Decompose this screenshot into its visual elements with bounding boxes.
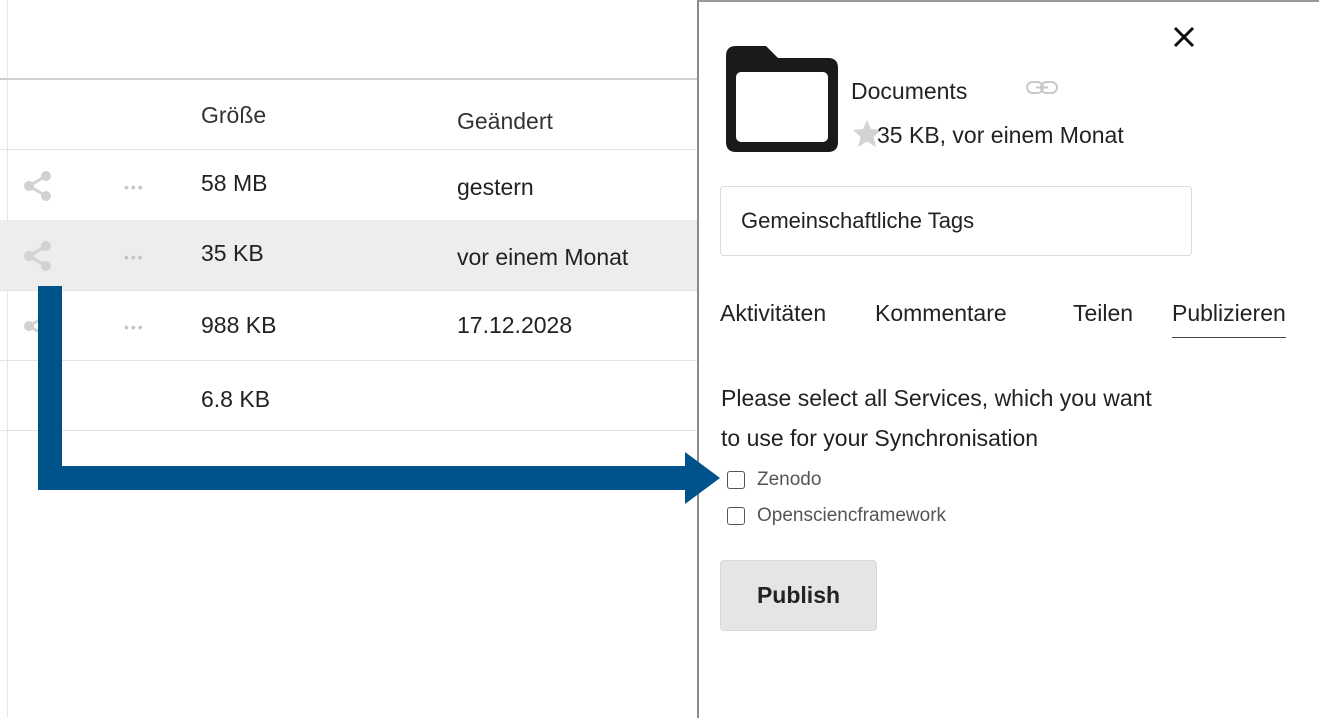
osf-label: Opensciencframework bbox=[757, 505, 947, 526]
file-size: 35 KB bbox=[201, 240, 264, 266]
service-option-zenodo[interactable]: Zenodo bbox=[727, 468, 821, 492]
table-row-selected[interactable]: ••• 35 KB vor einem Monat bbox=[0, 220, 697, 291]
folder-name[interactable]: Documents bbox=[851, 78, 967, 105]
zenodo-label: Zenodo bbox=[757, 469, 822, 490]
file-size: 58 MB bbox=[201, 170, 268, 196]
file-size: 6.8 KB bbox=[201, 386, 271, 412]
close-icon[interactable] bbox=[1169, 22, 1199, 52]
details-sidebar: Documents 35 KB, vor einem Monat Aktivit… bbox=[697, 0, 1319, 718]
table-row[interactable]: 6.8 KB bbox=[0, 360, 697, 431]
file-modified: gestern bbox=[457, 174, 534, 200]
file-modified: 17.12.2028 bbox=[457, 312, 573, 338]
share-icon[interactable] bbox=[20, 238, 56, 274]
file-list: Größe Geändert ••• 58 MB gestern ••• 35 … bbox=[0, 0, 697, 718]
zenodo-checkbox[interactable] bbox=[727, 471, 745, 489]
column-header-modified[interactable]: Geändert bbox=[457, 108, 553, 135]
more-icon[interactable]: ••• bbox=[124, 180, 145, 194]
folder-meta: 35 KB, vor einem Monat bbox=[877, 122, 1124, 148]
column-header-size[interactable]: Größe bbox=[201, 102, 266, 129]
table-row[interactable]: ••• 988 KB 17.12.2028 bbox=[0, 290, 697, 361]
tab-activities[interactable]: Aktivitäten bbox=[720, 300, 826, 337]
file-list-toolbar bbox=[0, 0, 697, 80]
more-icon[interactable]: ••• bbox=[124, 320, 145, 334]
tags-input[interactable] bbox=[720, 186, 1192, 256]
publish-intro-line2: to use for your Synchronisation bbox=[721, 425, 1039, 451]
share-icon[interactable] bbox=[20, 168, 56, 204]
publish-intro-line1: Please select all Services, which you wa… bbox=[721, 385, 1152, 411]
publish-intro: Please select all Services, which you wa… bbox=[721, 378, 1281, 458]
folder-icon bbox=[726, 46, 838, 152]
file-modified: vor einem Monat bbox=[457, 244, 629, 270]
link-icon[interactable] bbox=[1025, 78, 1059, 98]
file-list-header: Größe Geändert bbox=[0, 80, 697, 150]
osf-checkbox[interactable] bbox=[727, 507, 745, 525]
table-row[interactable]: ••• 58 MB gestern bbox=[0, 150, 697, 221]
tab-publish[interactable]: Publizieren bbox=[1172, 300, 1286, 338]
file-size: 988 KB bbox=[201, 312, 277, 338]
more-icon[interactable]: ••• bbox=[124, 250, 145, 264]
publish-button[interactable]: Publish bbox=[720, 560, 877, 631]
tab-comments[interactable]: Kommentare bbox=[875, 300, 1007, 337]
tab-share[interactable]: Teilen bbox=[1073, 300, 1133, 337]
share-icon[interactable] bbox=[20, 308, 56, 344]
service-option-osf[interactable]: Opensciencframework bbox=[727, 504, 946, 528]
